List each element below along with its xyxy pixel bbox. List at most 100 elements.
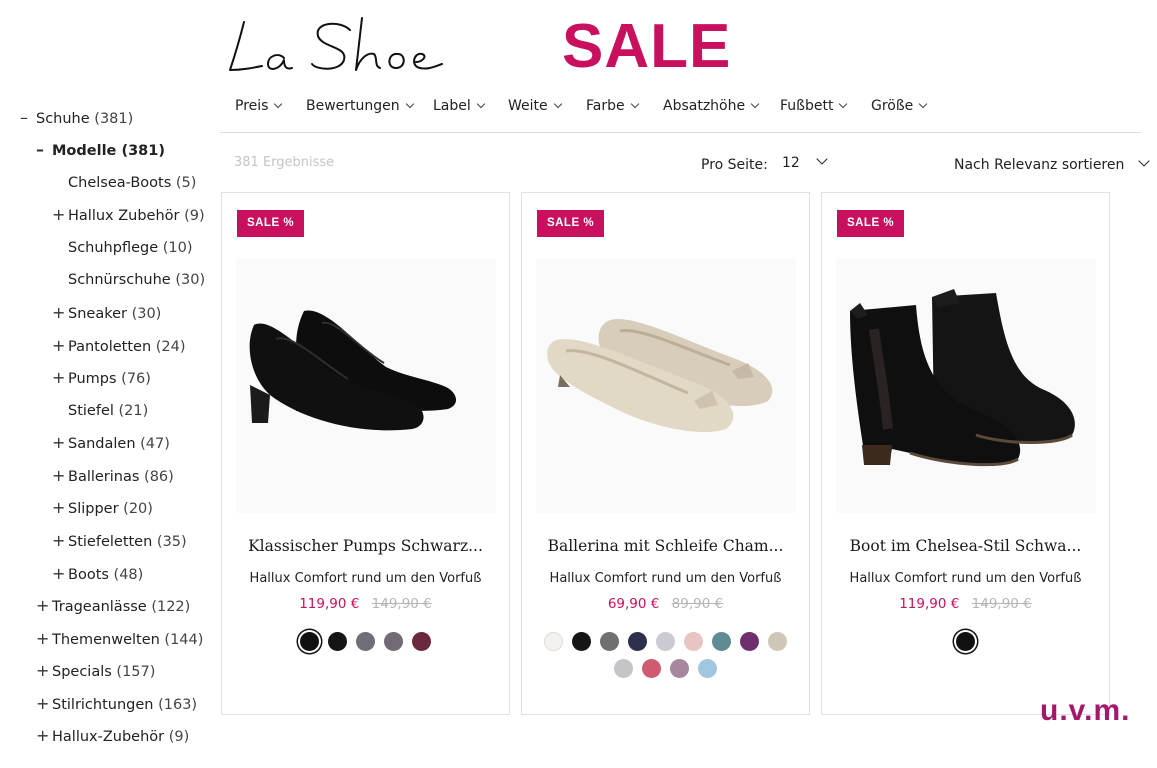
category-label: Boots (68, 567, 109, 583)
color-swatch[interactable] (656, 632, 675, 651)
expand-icon: + (36, 694, 50, 713)
product-title[interactable]: Klassischer Pumps Schwarz... (232, 537, 499, 555)
product-card[interactable]: SALE % Ballerina mit Schleife Cham... Ha… (521, 192, 810, 715)
category-sandalen[interactable]: + Sandalen (47) (52, 428, 170, 458)
category-label: Ballerinas (68, 469, 140, 485)
chevron-down-icon (1138, 155, 1151, 167)
category-label: Sneaker (68, 306, 127, 322)
category-label: Schuhpflege (68, 240, 159, 256)
category-count: (35) (156, 534, 187, 550)
filter-absatzhoehe[interactable]: Absatzhöhe (663, 98, 760, 114)
category-hallux-zubehoer[interactable]: + Hallux Zubehör (9) (52, 200, 205, 230)
category-label: Chelsea-Boots (68, 175, 172, 191)
category-stilrichtungen[interactable]: + Stilrichtungen (163) (36, 689, 197, 719)
color-swatch[interactable] (956, 632, 975, 651)
chevron-down-icon (274, 99, 283, 109)
sale-price: 69,90 € (607, 596, 660, 612)
old-price: 89,90 € (671, 596, 724, 612)
category-slipper[interactable]: + Slipper (20) (52, 493, 153, 523)
filter-weite[interactable]: Weite (508, 98, 562, 114)
filter-label[interactable]: Label (433, 98, 486, 114)
category-schuhe[interactable]: – Schuhe (381) (20, 103, 133, 133)
collapse-icon: – (36, 140, 44, 159)
per-page-select[interactable]: 12 (782, 153, 828, 171)
filter-preis[interactable]: Preis (235, 98, 283, 114)
color-swatch[interactable] (768, 632, 787, 651)
category-label: Sandalen (68, 436, 136, 452)
category-pumps[interactable]: + Pumps (76) (52, 363, 151, 393)
product-title[interactable]: Ballerina mit Schleife Cham... (532, 537, 799, 555)
category-modelle[interactable]: – Modelle (381) (36, 135, 165, 165)
results-count: 381 Ergebnisse (234, 155, 335, 170)
color-swatch[interactable] (544, 632, 563, 651)
category-label: Pantoletten (68, 339, 152, 355)
sort-select[interactable]: Nach Relevanz sortieren (954, 155, 1151, 173)
product-title[interactable]: Boot im Chelsea-Stil Schwa... (832, 537, 1099, 555)
category-sneaker[interactable]: + Sneaker (30) (52, 298, 161, 328)
color-swatch[interactable] (684, 632, 703, 651)
color-swatch[interactable] (628, 632, 647, 651)
category-boots[interactable]: + Boots (48) (52, 559, 143, 589)
category-trageanlaesse[interactable]: + Trageanlässe (122) (36, 591, 190, 621)
sale-badge: SALE % (837, 210, 904, 237)
category-count: (21) (118, 403, 149, 419)
category-specials[interactable]: + Specials (157) (36, 656, 155, 686)
category-themenwelten[interactable]: + Themenwelten (144) (36, 624, 203, 654)
brand-logo[interactable] (222, 8, 447, 80)
category-schnuerschuhe[interactable]: Schnürschuhe (30) (52, 265, 205, 295)
filter-groesse[interactable]: Größe (871, 98, 928, 114)
category-label: Pumps (68, 371, 117, 387)
brand-logo-script (229, 17, 443, 71)
color-swatch[interactable] (614, 659, 633, 678)
product-card[interactable]: SALE % Klassischer Pumps Schwarz... Hall… (221, 192, 510, 715)
product-card[interactable]: SALE % Boot im Chelsea-Stil Schwa... Hal… (821, 192, 1110, 715)
category-stiefel[interactable]: Stiefel (21) (52, 396, 148, 426)
filter-farbe[interactable]: Farbe (586, 98, 639, 114)
category-schuhpflege[interactable]: Schuhpflege (10) (52, 233, 193, 263)
expand-icon: + (52, 303, 66, 322)
color-swatch[interactable] (356, 632, 375, 651)
category-label: Stiefeletten (68, 534, 153, 550)
color-swatch[interactable] (670, 659, 689, 678)
color-swatch[interactable] (740, 632, 759, 651)
filter-bewertungen[interactable]: Bewertungen (306, 98, 414, 114)
category-count: (24) (155, 339, 186, 355)
more-label: u.v.m. (1040, 694, 1131, 727)
category-count: (48) (113, 567, 144, 583)
chevron-down-icon (476, 99, 486, 109)
category-count: (381) (121, 143, 165, 159)
category-chelsea-boots[interactable]: Chelsea-Boots (5) (52, 168, 196, 198)
category-count: (157) (116, 664, 156, 680)
category-pantoletten[interactable]: + Pantoletten (24) (52, 331, 186, 361)
color-swatch[interactable] (384, 632, 403, 651)
category-ballerinas[interactable]: + Ballerinas (86) (52, 461, 174, 491)
black-chelsea-boot-image[interactable] (836, 259, 1096, 513)
color-swatch[interactable] (642, 659, 661, 678)
expand-icon: + (36, 596, 50, 615)
chevron-down-icon (405, 99, 414, 109)
category-count: (9) (184, 208, 205, 224)
color-swatch[interactable] (698, 659, 717, 678)
product-subtitle: Hallux Comfort rund um den Vorfuß (549, 571, 782, 586)
color-swatch[interactable] (572, 632, 591, 651)
color-swatch[interactable] (600, 632, 619, 651)
sale-price: 119,90 € (299, 596, 360, 612)
color-swatch[interactable] (328, 632, 347, 651)
champagne-ballerina-image[interactable] (536, 259, 796, 513)
chevron-down-icon (750, 99, 760, 109)
color-swatches (836, 632, 1095, 651)
category-stiefeletten[interactable]: + Stiefeletten (35) (52, 526, 187, 556)
chevron-down-icon (553, 99, 562, 109)
price-row: 69,90 € 89,90 € (522, 596, 809, 612)
black-pumps-image[interactable] (236, 259, 496, 513)
sale-badge: SALE % (537, 210, 604, 237)
filter-fussbett[interactable]: Fußbett (780, 98, 848, 114)
expand-icon: + (52, 564, 66, 583)
expand-icon: + (52, 433, 66, 452)
color-swatch[interactable] (300, 632, 319, 651)
sale-price: 119,90 € (899, 596, 960, 612)
color-swatch[interactable] (412, 632, 431, 651)
color-swatch[interactable] (712, 632, 731, 651)
category-count: (163) (158, 697, 198, 713)
category-hallux-zubehoer-2[interactable]: + Hallux-Zubehör (9) (36, 721, 189, 751)
